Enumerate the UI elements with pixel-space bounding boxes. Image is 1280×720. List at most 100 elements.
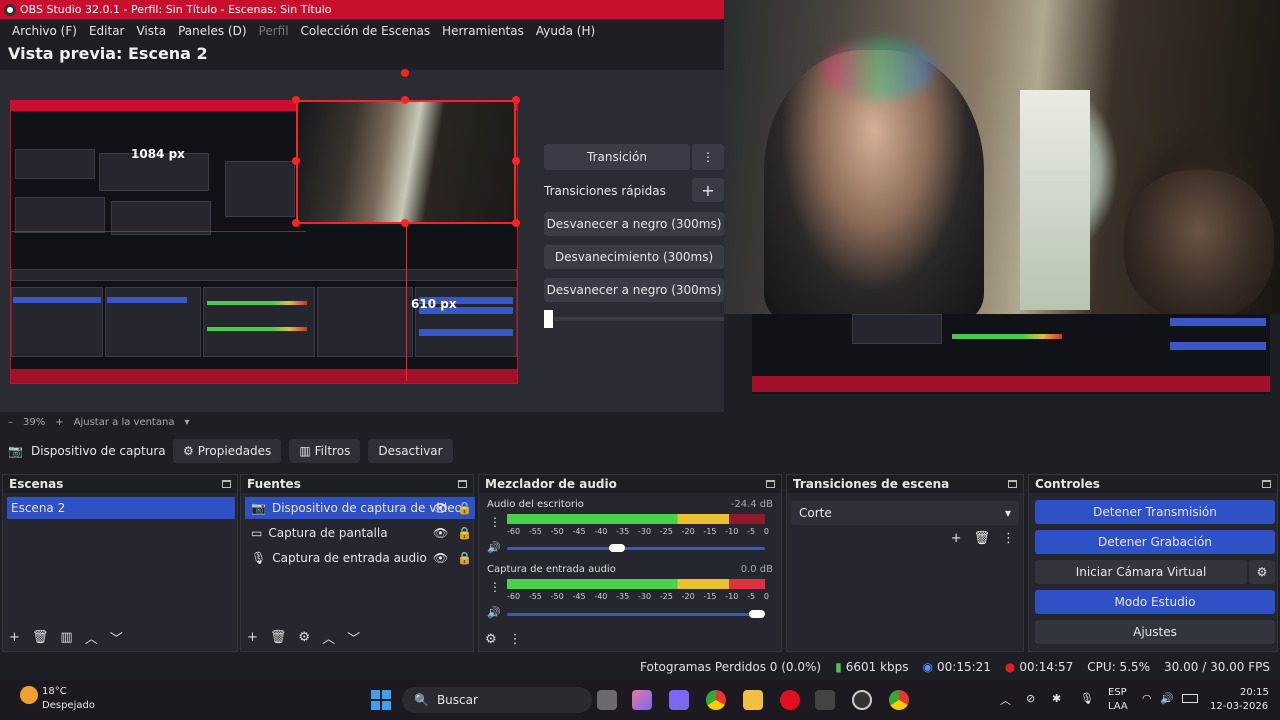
taskbar-search[interactable]: 🔍 Buscar [402, 687, 592, 713]
file-explorer-icon[interactable] [743, 690, 763, 710]
bluetooth-icon[interactable]: ✱ [1052, 692, 1061, 705]
chevron-up-icon[interactable]: ︿ [1000, 692, 1011, 708]
chevron-down-icon[interactable]: ▾ [184, 417, 189, 428]
channel-menu-icon[interactable]: ⋮ [489, 580, 501, 594]
tbar-handle[interactable] [544, 310, 553, 328]
menu-edit[interactable]: Editar [83, 24, 131, 38]
add-icon[interactable]: + [9, 630, 20, 645]
clock-date[interactable]: 12-03-2026 [1210, 701, 1268, 712]
volume-slider[interactable] [507, 610, 765, 618]
add-quick-transition-icon[interactable]: + [692, 178, 724, 202]
lock-icon[interactable]: 🔒 [457, 501, 472, 515]
chevron-down-icon[interactable]: ﹀ [110, 628, 123, 647]
lock-icon[interactable]: 🔒 [457, 526, 472, 540]
copilot-icon[interactable] [632, 690, 652, 710]
quick-transition-2[interactable]: Desvanecimiento (300ms) [544, 245, 724, 269]
menu-profile[interactable]: Perfil [253, 24, 295, 38]
popout-icon[interactable] [766, 480, 775, 488]
source-item[interactable]: 🎙 Captura de entrada audio 👁 🔒 [245, 547, 475, 569]
wifi-icon[interactable]: ◠ [1142, 692, 1152, 705]
resize-handle[interactable] [292, 219, 300, 227]
resize-handle[interactable] [512, 219, 520, 227]
eye-icon[interactable]: 👁 [433, 551, 448, 565]
opera-icon[interactable] [780, 690, 800, 710]
volume-slider-knob[interactable] [608, 544, 625, 552]
source-item[interactable]: 📷 Dispositivo de captura de video 👁 🔒 [245, 497, 475, 519]
gear-icon[interactable]: ⚙ [1249, 560, 1275, 584]
volume-slider[interactable] [507, 544, 765, 552]
stop-streaming-button[interactable]: Detener Transmisión [1035, 500, 1275, 524]
fit-window-label[interactable]: Ajustar a la ventana [74, 417, 175, 428]
speaker-icon[interactable]: 🔊 [487, 541, 501, 554]
selected-source-bounding-box[interactable] [296, 100, 516, 224]
trash-icon[interactable]: 🗑 [973, 531, 990, 546]
network-off-icon[interactable]: ⊘ [1026, 692, 1035, 705]
weather-desc[interactable]: Despejado [42, 700, 95, 711]
filter-icon[interactable]: ▥ [60, 630, 72, 645]
task-view-icon[interactable] [597, 690, 617, 710]
chrome-icon[interactable] [889, 690, 909, 710]
properties-button[interactable]: ⚙ Propiedades [172, 439, 282, 463]
stop-recording-button[interactable]: Detener Grabación [1035, 530, 1275, 554]
eye-icon[interactable]: 👁 [433, 526, 448, 540]
zoom-in-button[interactable]: + [55, 417, 63, 428]
resize-handle[interactable] [292, 157, 300, 165]
popout-icon[interactable] [1008, 480, 1017, 488]
menu-scene-collection[interactable]: Colección de Escenas [295, 24, 437, 38]
microphone-icon[interactable]: 🎙 [1080, 692, 1094, 705]
language-code[interactable]: ESP [1108, 687, 1127, 698]
quick-transition-3[interactable]: Desvanecer a negro (300ms) [544, 278, 724, 302]
weather-icon[interactable] [20, 686, 38, 704]
resize-handle[interactable] [512, 96, 520, 104]
trash-icon[interactable]: 🗑 [270, 630, 287, 645]
menu-file[interactable]: Archivo (F) [6, 24, 83, 38]
filters-button[interactable]: ▥ Filtros [289, 439, 361, 463]
menu-dots-icon[interactable]: ⋮ [1002, 531, 1015, 546]
resize-handle[interactable] [401, 96, 409, 104]
quick-transition-1[interactable]: Desvanecer a negro (300ms) [544, 212, 724, 236]
volume-icon[interactable]: 🔊 [1160, 692, 1174, 705]
rotation-handle[interactable] [401, 69, 409, 77]
keyboard-layout[interactable]: LAA [1108, 701, 1128, 712]
menu-dots-icon[interactable]: ⋮ [509, 632, 522, 647]
chrome-icon[interactable] [706, 690, 726, 710]
chevron-up-icon[interactable]: ︿ [85, 628, 98, 647]
transition-button[interactable]: Transición [544, 144, 690, 170]
start-virtual-camera-button[interactable]: Iniciar Cámara Virtual [1035, 560, 1247, 584]
zoom-out-button[interactable]: – [8, 417, 13, 428]
volume-slider-knob[interactable] [749, 610, 765, 618]
settings-button[interactable]: Ajustes [1035, 620, 1275, 644]
speaker-icon[interactable]: 🔊 [487, 606, 501, 619]
resize-handle[interactable] [292, 96, 300, 104]
transition-menu-icon[interactable]: ⋮ [692, 144, 724, 170]
windows-start-icon[interactable] [371, 690, 391, 710]
tbar-track[interactable] [554, 317, 724, 321]
resize-handle[interactable] [512, 157, 520, 165]
menu-docks[interactable]: Paneles (D) [172, 24, 252, 38]
teams-icon[interactable] [669, 690, 689, 710]
scene-item[interactable]: Escena 2 [7, 497, 235, 519]
lock-icon[interactable]: 🔒 [457, 551, 472, 565]
obs-icon[interactable] [852, 690, 872, 710]
deactivate-button[interactable]: Desactivar [368, 439, 453, 463]
transition-select[interactable]: Corte ▾ [791, 501, 1019, 525]
add-icon[interactable]: + [247, 630, 258, 645]
studio-mode-button[interactable]: Modo Estudio [1035, 590, 1275, 614]
gear-icon[interactable]: ⚙ [298, 630, 310, 645]
eye-icon[interactable]: 👁 [433, 501, 448, 515]
menu-tools[interactable]: Herramientas [436, 24, 530, 38]
add-icon[interactable]: + [951, 531, 962, 546]
weather-temp[interactable]: 18°C [42, 686, 67, 697]
source-item[interactable]: ▭ Captura de pantalla 👁 🔒 [245, 522, 475, 544]
battery-icon[interactable] [1182, 694, 1198, 703]
popout-icon[interactable] [458, 480, 467, 488]
menu-help[interactable]: Ayuda (H) [530, 24, 601, 38]
channel-menu-icon[interactable]: ⋮ [489, 515, 501, 529]
chevron-up-icon[interactable]: ︿ [322, 628, 335, 647]
popout-icon[interactable] [1262, 480, 1271, 488]
clock-time[interactable]: 20:15 [1240, 687, 1269, 698]
resize-handle[interactable] [401, 219, 409, 227]
chevron-down-icon[interactable]: ﹀ [347, 628, 360, 647]
menu-view[interactable]: Vista [130, 24, 172, 38]
app-icon[interactable] [815, 690, 835, 710]
